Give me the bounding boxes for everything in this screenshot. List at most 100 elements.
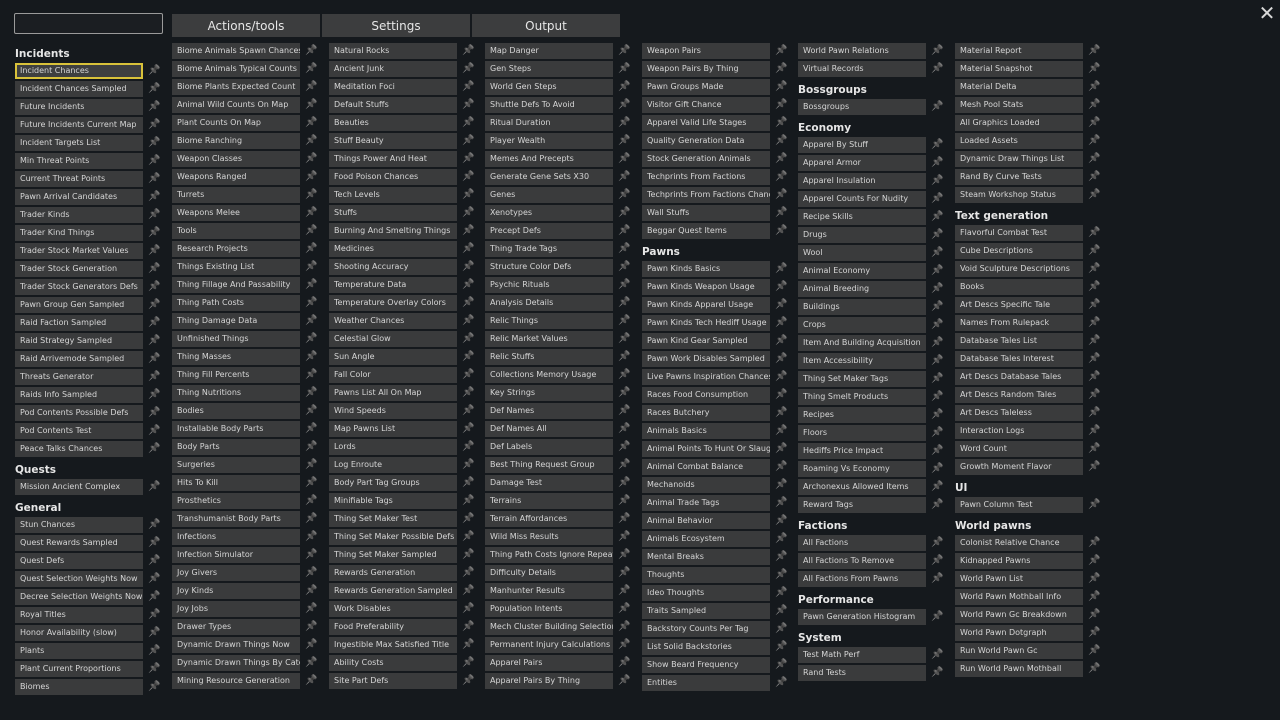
- pin-icon[interactable]: 📌: [305, 638, 317, 652]
- debug-action-button[interactable]: Memes And Precepts: [485, 151, 613, 167]
- pin-icon[interactable]: 📌: [618, 656, 630, 670]
- debug-action-button[interactable]: Floors: [798, 425, 926, 441]
- debug-action-button[interactable]: Database Tales List: [955, 333, 1083, 349]
- pin-icon[interactable]: 📌: [462, 674, 474, 688]
- pin-icon[interactable]: 📌: [462, 638, 474, 652]
- debug-action-button[interactable]: Apparel Pairs By Thing: [485, 673, 613, 689]
- debug-action-button[interactable]: Stock Generation Animals: [642, 151, 770, 167]
- debug-action-button[interactable]: Plant Current Proportions: [15, 661, 143, 677]
- pin-icon[interactable]: 📌: [618, 584, 630, 598]
- debug-action-button[interactable]: Relic Market Values: [485, 331, 613, 347]
- debug-action-button[interactable]: Work Disables: [329, 601, 457, 617]
- debug-action-button[interactable]: Roaming Vs Economy: [798, 461, 926, 477]
- debug-action-button[interactable]: Interaction Logs: [955, 423, 1083, 439]
- debug-action-button[interactable]: Rewards Generation Sampled: [329, 583, 457, 599]
- pin-icon[interactable]: 📌: [618, 602, 630, 616]
- pin-icon[interactable]: 📌: [462, 224, 474, 238]
- debug-action-button[interactable]: Apparel Armor: [798, 155, 926, 171]
- debug-action-button[interactable]: Hediffs Price Impact: [798, 443, 926, 459]
- pin-icon[interactable]: 📌: [462, 206, 474, 220]
- pin-icon[interactable]: 📌: [148, 334, 160, 348]
- pin-icon[interactable]: 📌: [775, 406, 787, 420]
- pin-icon[interactable]: 📌: [618, 674, 630, 688]
- pin-icon[interactable]: 📌: [618, 494, 630, 508]
- debug-action-button[interactable]: Run World Pawn Mothball: [955, 661, 1083, 677]
- pin-icon[interactable]: 📌: [305, 332, 317, 346]
- debug-action-button[interactable]: Biome Plants Expected Count: [172, 79, 300, 95]
- debug-action-button[interactable]: Loaded Assets: [955, 133, 1083, 149]
- pin-icon[interactable]: 📌: [462, 512, 474, 526]
- pin-icon[interactable]: 📌: [931, 210, 943, 224]
- debug-action-button[interactable]: Stun Chances: [15, 517, 143, 533]
- debug-action-button[interactable]: Pawn Kinds Weapon Usage: [642, 279, 770, 295]
- debug-action-button[interactable]: Thing Set Maker Possible Defs: [329, 529, 457, 545]
- debug-action-button[interactable]: Crops: [798, 317, 926, 333]
- pin-icon[interactable]: 📌: [775, 80, 787, 94]
- pin-icon[interactable]: 📌: [462, 314, 474, 328]
- debug-action-button[interactable]: Mental Breaks: [642, 549, 770, 565]
- pin-icon[interactable]: 📌: [148, 118, 160, 132]
- debug-action-button[interactable]: Dynamic Drawn Things Now: [172, 637, 300, 653]
- pin-icon[interactable]: 📌: [618, 80, 630, 94]
- pin-icon[interactable]: 📌: [305, 404, 317, 418]
- debug-action-button[interactable]: Dynamic Drawn Things By Category: [172, 655, 300, 671]
- debug-action-button[interactable]: Traits Sampled: [642, 603, 770, 619]
- pin-icon[interactable]: 📌: [931, 174, 943, 188]
- pin-icon[interactable]: 📌: [148, 480, 160, 494]
- pin-icon[interactable]: 📌: [618, 152, 630, 166]
- pin-icon[interactable]: 📌: [462, 62, 474, 76]
- pin-icon[interactable]: 📌: [1088, 352, 1100, 366]
- debug-action-button[interactable]: Hits To Kill: [172, 475, 300, 491]
- pin-icon[interactable]: 📌: [305, 242, 317, 256]
- debug-action-button[interactable]: Weather Chances: [329, 313, 457, 329]
- debug-action-button[interactable]: Ability Costs: [329, 655, 457, 671]
- debug-action-button[interactable]: Shuttle Defs To Avoid: [485, 97, 613, 113]
- debug-action-button[interactable]: Art Descs Random Tales: [955, 387, 1083, 403]
- pin-icon[interactable]: 📌: [462, 620, 474, 634]
- pin-icon[interactable]: 📌: [1088, 388, 1100, 402]
- debug-action-button[interactable]: Races Butchery: [642, 405, 770, 421]
- pin-icon[interactable]: 📌: [305, 296, 317, 310]
- pin-icon[interactable]: 📌: [1088, 424, 1100, 438]
- debug-action-button[interactable]: Ingestible Max Satisfied Title: [329, 637, 457, 653]
- debug-action-button[interactable]: Wool: [798, 245, 926, 261]
- debug-action-button[interactable]: Key Strings: [485, 385, 613, 401]
- pin-icon[interactable]: 📌: [618, 512, 630, 526]
- debug-action-button[interactable]: Meditation Foci: [329, 79, 457, 95]
- debug-action-button[interactable]: Def Names All: [485, 421, 613, 437]
- pin-icon[interactable]: 📌: [1088, 226, 1100, 240]
- debug-action-button[interactable]: Thing Set Maker Tags: [798, 371, 926, 387]
- debug-action-button[interactable]: Weapon Pairs: [642, 43, 770, 59]
- debug-action-button[interactable]: Best Thing Request Group: [485, 457, 613, 473]
- debug-action-button[interactable]: Apparel Valid Life Stages: [642, 115, 770, 131]
- debug-action-button[interactable]: Material Snapshot: [955, 61, 1083, 77]
- debug-action-button[interactable]: Genes: [485, 187, 613, 203]
- debug-action-button[interactable]: Relic Stuffs: [485, 349, 613, 365]
- pin-icon[interactable]: 📌: [931, 408, 943, 422]
- debug-action-button[interactable]: Archonexus Allowed Items: [798, 479, 926, 495]
- debug-action-button[interactable]: Virtual Records: [798, 61, 926, 77]
- pin-icon[interactable]: 📌: [462, 404, 474, 418]
- pin-icon[interactable]: 📌: [775, 676, 787, 690]
- pin-icon[interactable]: 📌: [462, 332, 474, 346]
- pin-icon[interactable]: 📌: [462, 152, 474, 166]
- debug-action-button[interactable]: Animals Ecosystem: [642, 531, 770, 547]
- debug-action-button[interactable]: Gen Steps: [485, 61, 613, 77]
- debug-action-button[interactable]: Turrets: [172, 187, 300, 203]
- debug-action-button[interactable]: Entities: [642, 675, 770, 691]
- pin-icon[interactable]: 📌: [618, 260, 630, 274]
- tab-output[interactable]: Output: [472, 14, 620, 37]
- pin-icon[interactable]: 📌: [775, 550, 787, 564]
- pin-icon[interactable]: 📌: [775, 532, 787, 546]
- debug-action-button[interactable]: Lords: [329, 439, 457, 455]
- pin-icon[interactable]: 📌: [1088, 262, 1100, 276]
- debug-action-button[interactable]: World Pawn Dotgraph: [955, 625, 1083, 641]
- debug-action-button[interactable]: Test Math Perf: [798, 647, 926, 663]
- pin-icon[interactable]: 📌: [148, 406, 160, 420]
- debug-action-button[interactable]: Raid Arrivemode Sampled: [15, 351, 143, 367]
- pin-icon[interactable]: 📌: [462, 476, 474, 490]
- pin-icon[interactable]: 📌: [462, 368, 474, 382]
- pin-icon[interactable]: 📌: [462, 116, 474, 130]
- debug-action-button[interactable]: Generate Gene Sets X30: [485, 169, 613, 185]
- pin-icon[interactable]: 📌: [775, 316, 787, 330]
